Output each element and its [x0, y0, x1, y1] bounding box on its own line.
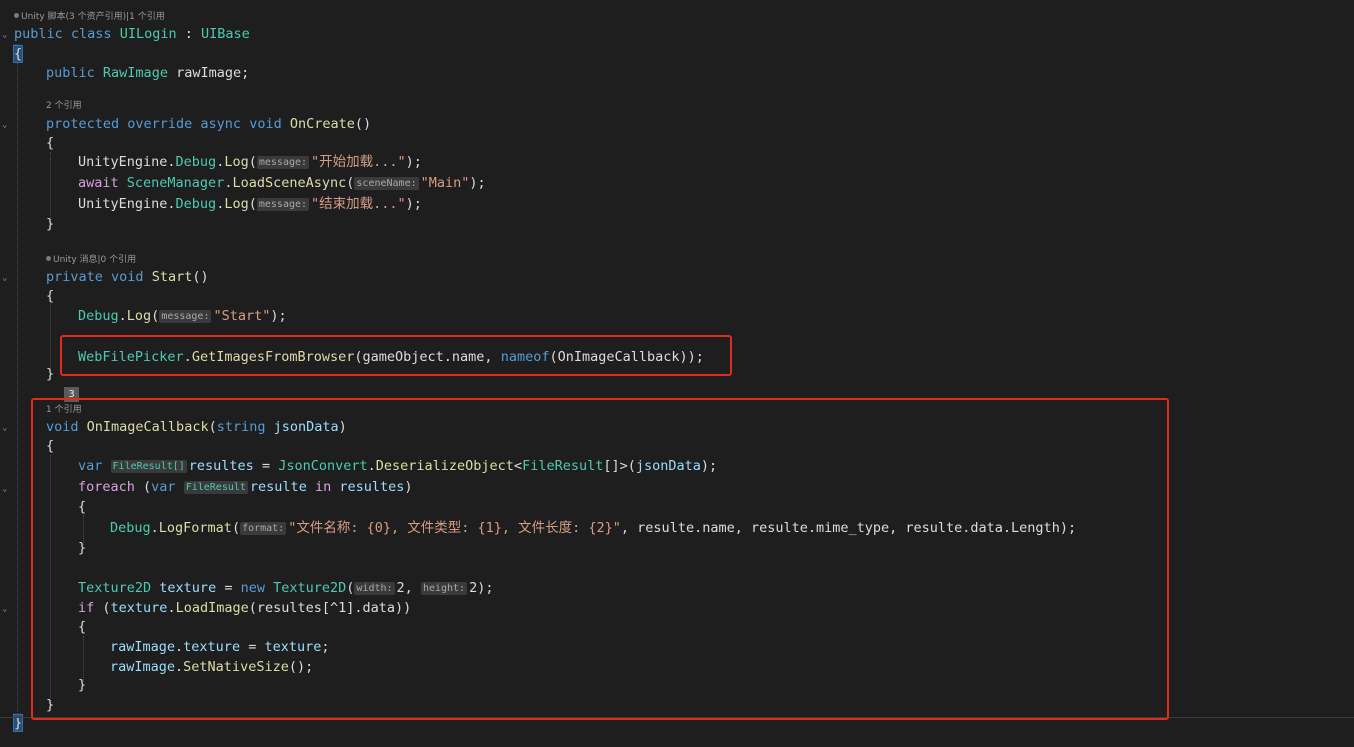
keyword: public: [14, 26, 63, 42]
punctuation: :: [176, 26, 201, 42]
codelens-text: Unity 脚本(3 个资产引用)|1 个引用: [21, 12, 165, 22]
codelens-text: Unity 消息|0 个引用: [53, 255, 137, 265]
punctuation: (): [354, 116, 372, 132]
code-line-field[interactable]: public RawImage rawImage;: [46, 63, 249, 83]
type-name: Debug: [78, 308, 119, 324]
open-brace: {: [12, 45, 24, 63]
namespace: UnityEngine.: [78, 154, 176, 170]
unity-icon: [14, 13, 19, 18]
inlay-hint: sceneName:: [354, 177, 419, 190]
code-line-close-brace[interactable]: }: [12, 713, 24, 733]
keyword: await: [78, 175, 119, 191]
type-name: RawImage: [102, 65, 168, 81]
fold-chevron-icon[interactable]: ⌄: [2, 424, 10, 433]
method-name: Start: [151, 269, 193, 285]
code-line-brace[interactable]: {: [46, 286, 54, 306]
code-line-open-brace[interactable]: {: [12, 44, 24, 64]
string-literal: "Start": [213, 308, 271, 324]
type-name: SceneManager: [126, 175, 225, 191]
keyword: class: [70, 26, 112, 42]
codelens-oncreate-references[interactable]: 2 个引用: [46, 99, 82, 113]
keyword: private void: [46, 269, 144, 285]
method-name: Log: [224, 154, 249, 170]
fold-chevron-icon[interactable]: ⌄: [2, 121, 10, 130]
keyword: public: [46, 65, 95, 81]
code-line-brace[interactable]: }: [46, 364, 54, 384]
annotation-box-getimages: [60, 335, 732, 376]
class-name: UILogin: [119, 26, 177, 42]
string-literal: "结束加载...": [311, 196, 406, 212]
code-line-brace[interactable]: {: [46, 133, 54, 153]
codelens-text: 2 个引用: [46, 101, 82, 111]
type-name: Debug: [175, 154, 217, 170]
code-line-oncreate-signature[interactable]: protected override async void OnCreate(): [46, 114, 371, 134]
namespace: UnityEngine.: [78, 196, 176, 212]
unity-icon: [46, 256, 51, 261]
code-editor[interactable]: ⌄ ⌄ ⌄ ⌄ ⌄ ⌄ Unity 脚本(3 个资产引用)|1 个引用 publ…: [0, 0, 1354, 747]
string-literal: "Main": [420, 175, 470, 191]
string-literal: "开始加载...": [311, 154, 406, 170]
method-name: LoadSceneAsync: [232, 175, 347, 191]
codelens-class-references[interactable]: Unity 脚本(3 个资产引用)|1 个引用: [14, 10, 165, 24]
inlay-hint: message:: [256, 198, 310, 211]
code-line-log-start[interactable]: UnityEngine.Debug.Log(message: "开始加载...")…: [78, 152, 422, 172]
base-class-name: UIBase: [201, 26, 250, 42]
code-line-debug-start[interactable]: Debug.Log(message: "Start");: [78, 306, 287, 326]
keyword: protected override async void: [46, 116, 282, 132]
inlay-hint: message:: [159, 310, 212, 323]
inlay-hint: message:: [256, 156, 310, 169]
fold-chevron-icon[interactable]: ⌄: [2, 31, 10, 40]
annotation-box-callback: [31, 398, 1169, 720]
type-name: Debug: [175, 196, 217, 212]
codelens-start-references[interactable]: Unity 消息|0 个引用: [46, 253, 136, 267]
method-name: OnCreate: [289, 116, 355, 132]
fold-chevron-icon[interactable]: ⌄: [2, 485, 10, 494]
method-name: Log: [224, 196, 249, 212]
code-line-class-declaration[interactable]: public class UILogin : UIBase: [14, 24, 250, 44]
code-line-start-signature[interactable]: private void Start(): [46, 267, 209, 287]
indent-guide: [50, 305, 51, 370]
code-line-brace[interactable]: }: [46, 214, 54, 234]
indent-guide: [17, 62, 18, 712]
field-name: rawImage;: [176, 65, 250, 81]
code-line-log-end[interactable]: UnityEngine.Debug.Log(message: "结束加载...")…: [78, 194, 422, 214]
code-line-await[interactable]: await SceneManager.LoadSceneAsync(sceneN…: [78, 173, 486, 193]
indent-guide: [50, 152, 51, 222]
fold-chevron-icon[interactable]: ⌄: [2, 605, 10, 614]
fold-chevron-icon[interactable]: ⌄: [2, 274, 10, 283]
method-name: Log: [126, 308, 152, 324]
